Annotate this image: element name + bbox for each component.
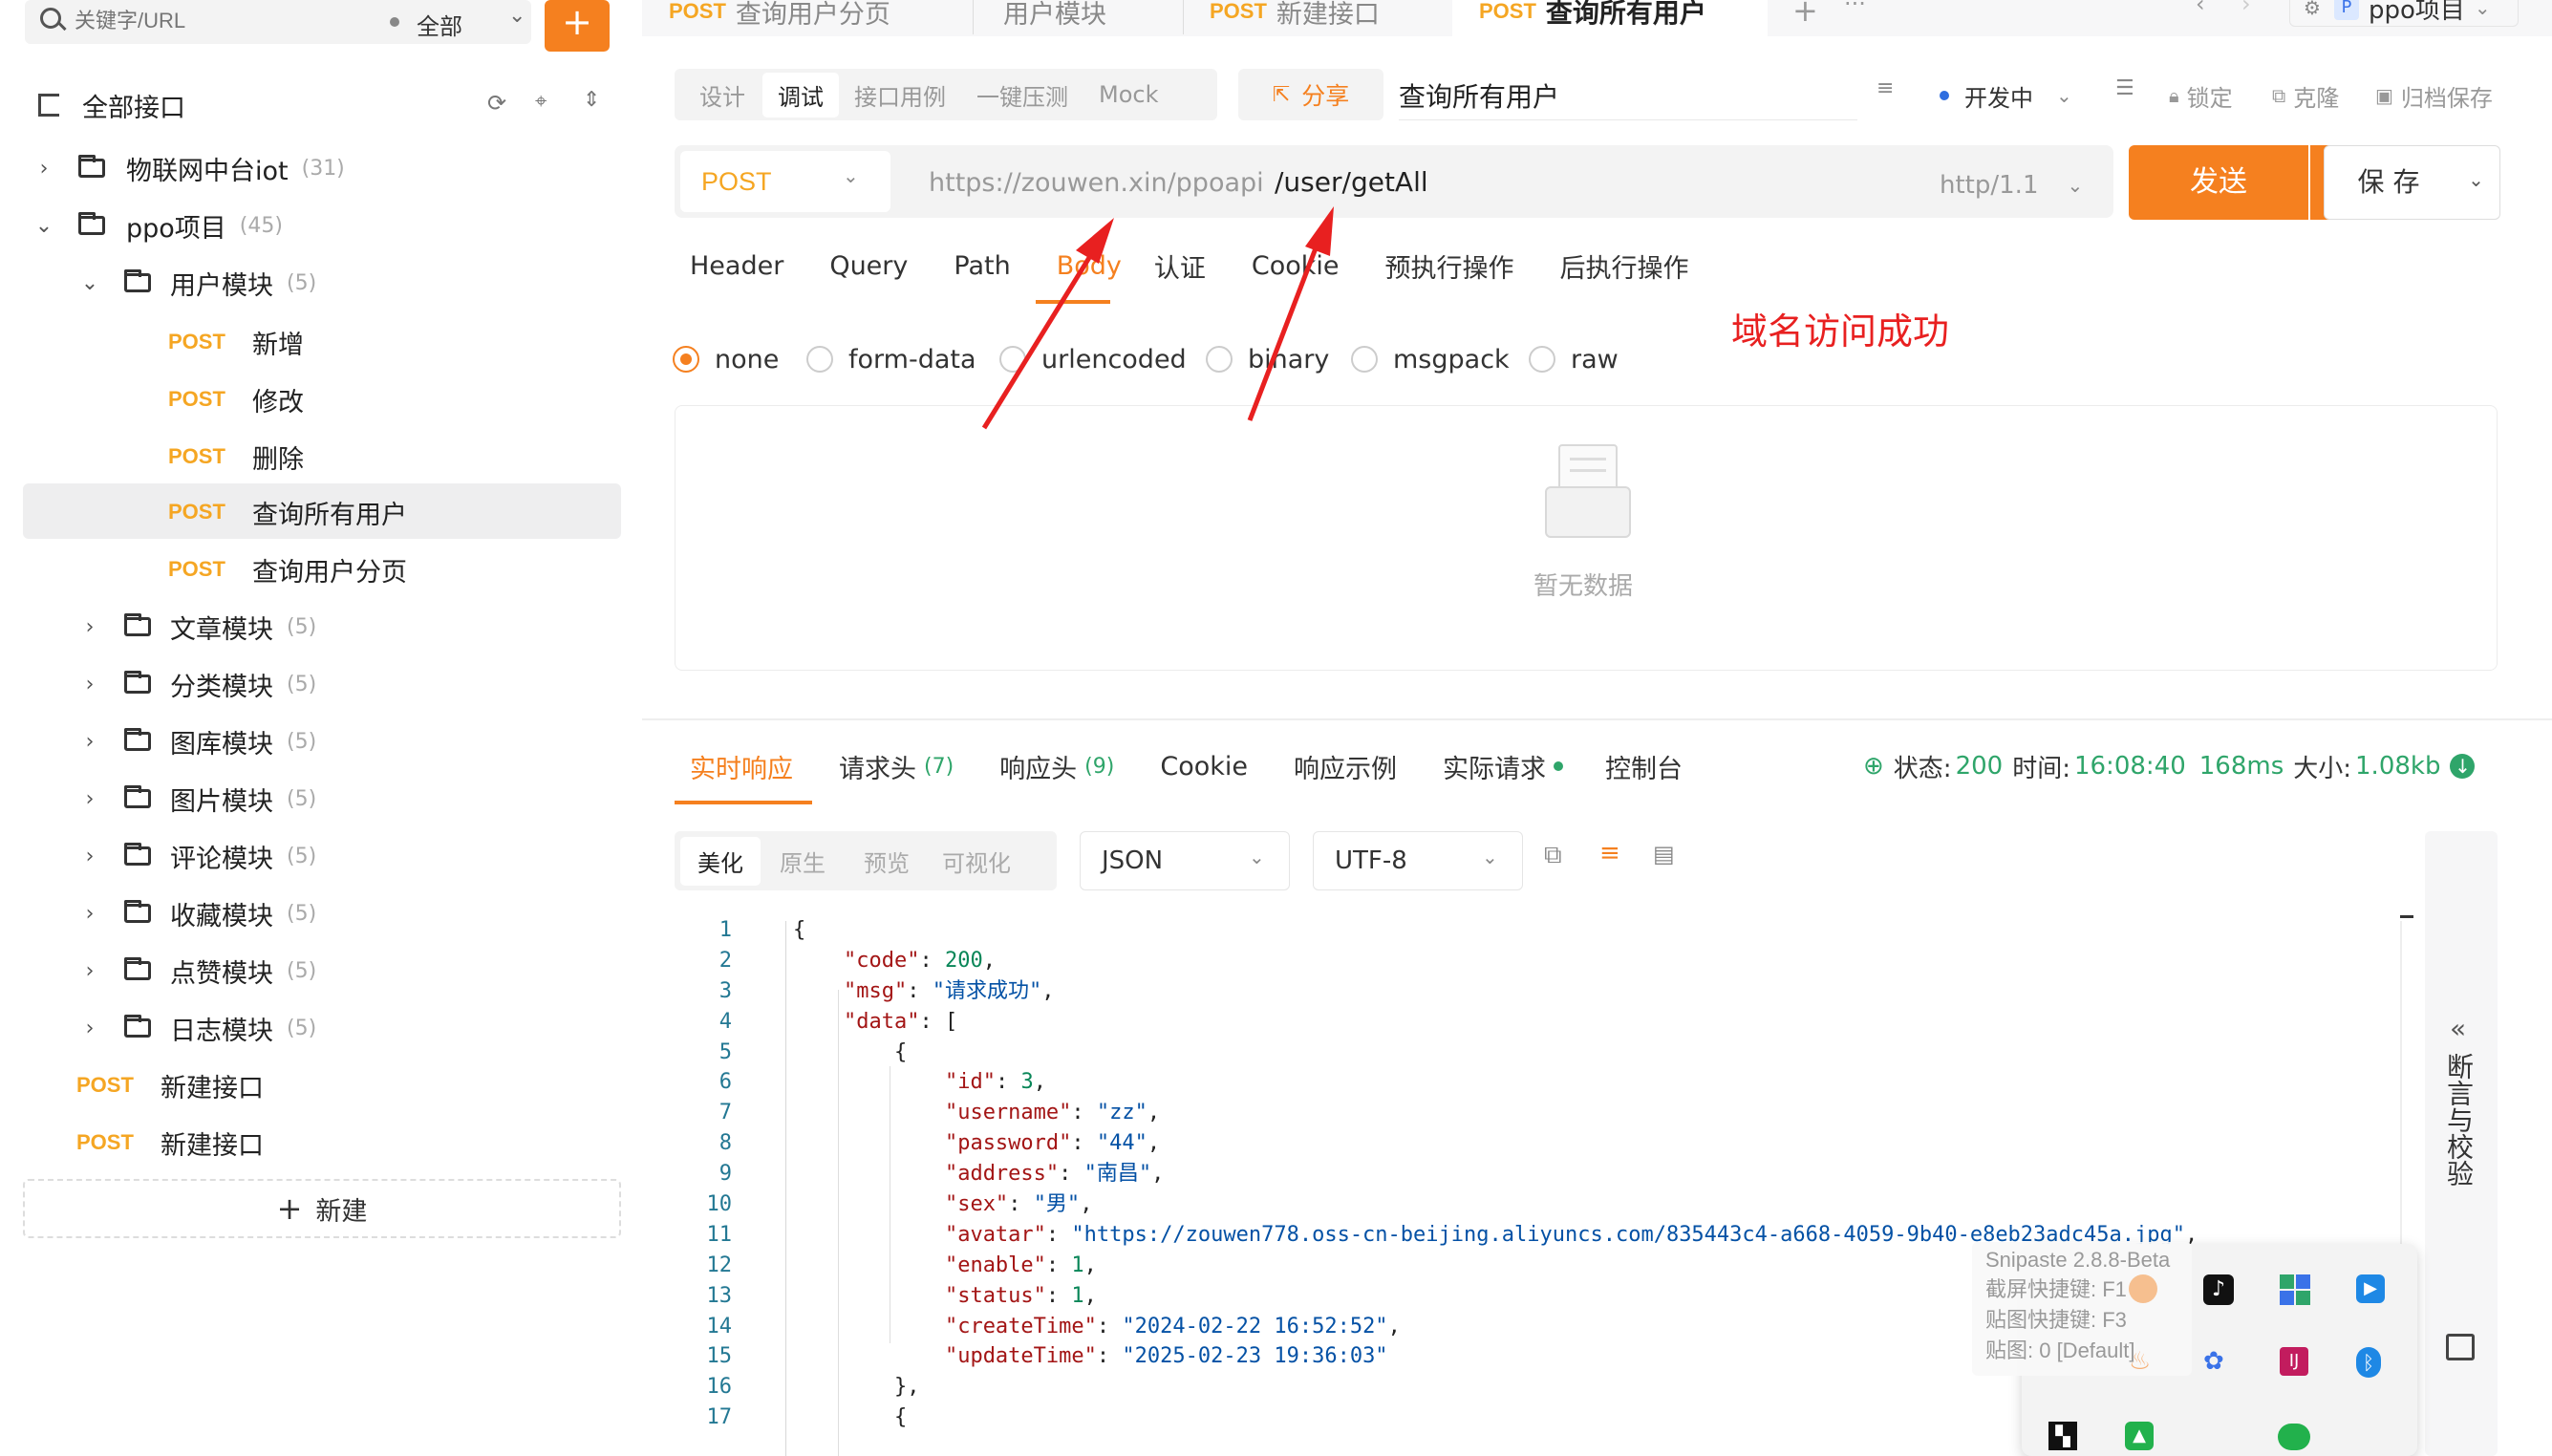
arrow-head-1 xyxy=(1076,218,1114,264)
wechat-icon[interactable] xyxy=(2278,1424,2310,1450)
bluetooth-icon[interactable]: ᛒ xyxy=(2356,1347,2381,1378)
tray-icon-grid[interactable] xyxy=(2280,1274,2310,1305)
tray-icon-snipaste[interactable] xyxy=(2129,1274,2157,1303)
tray-icon-blue[interactable]: ▶ xyxy=(2356,1274,2385,1303)
arrow-line-1 xyxy=(981,246,1098,430)
tray-icon-idea[interactable]: IJ xyxy=(2280,1347,2308,1376)
snipaste-tooltip: Snipaste 2.8.8-Beta 截屏快捷键: F1 贴图快捷键: F3 … xyxy=(1972,1242,2192,1376)
tray-icon-tiktok[interactable]: ♪ xyxy=(2203,1274,2234,1305)
arrow-head-2 xyxy=(1305,206,1334,256)
tray-icon-black[interactable]: ▚ xyxy=(2048,1422,2077,1450)
tray-icon-net[interactable]: ✿ xyxy=(2203,1347,2232,1376)
tray-icon-green[interactable]: ▲ xyxy=(2125,1422,2154,1450)
tray-icon-fire[interactable]: ♨ xyxy=(2129,1347,2155,1376)
arrow-line-2 xyxy=(1247,240,1321,421)
annotation-arrows xyxy=(981,206,1334,430)
snipaste-line: 贴图快捷键: F3 xyxy=(1985,1308,2127,1332)
snipaste-title: Snipaste 2.8.8-Beta xyxy=(1985,1248,2171,1272)
